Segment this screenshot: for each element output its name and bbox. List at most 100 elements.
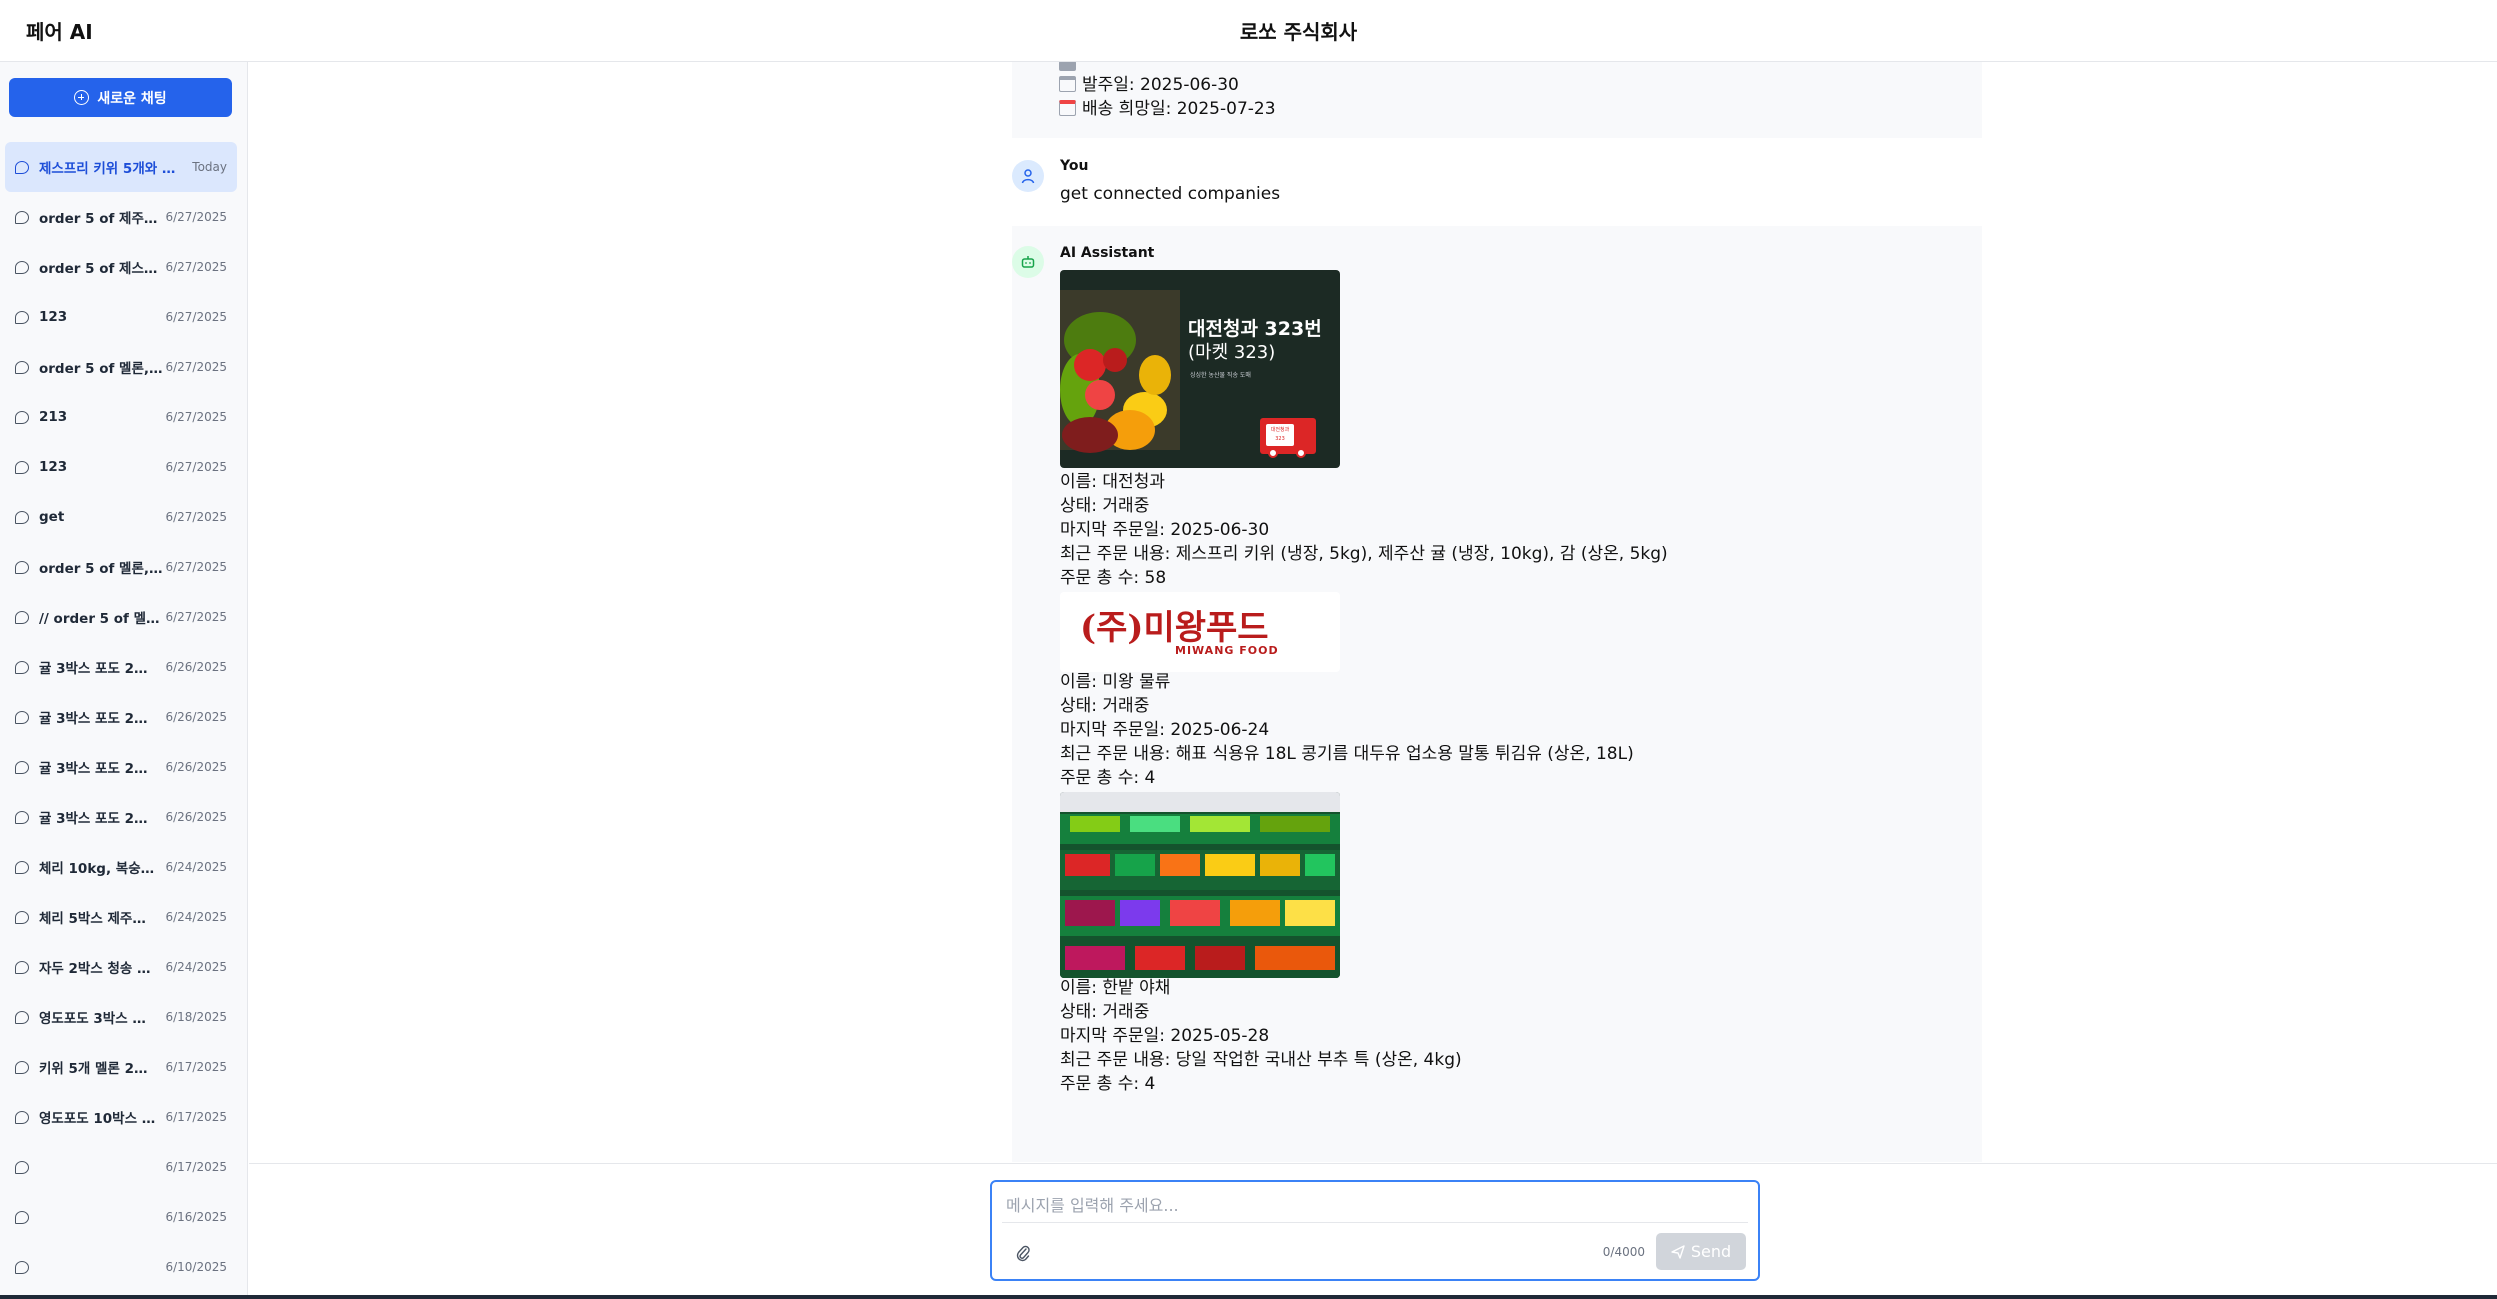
chat-title: order 5 of 제스… bbox=[39, 261, 158, 277]
chat-area[interactable]: 발주일: 2025-06-30 배송 희망일: 2025-07-23 You g… bbox=[249, 62, 2497, 1162]
user-role-label: You bbox=[1060, 158, 1089, 174]
calendar-date-icon bbox=[1059, 100, 1076, 116]
chat-date: 6/26/2025 bbox=[165, 660, 227, 674]
message-composer[interactable]: 메시지를 입력해 주세요... 0/4000 Send bbox=[990, 1180, 1760, 1281]
company-1-name: 이름: 대전청과 bbox=[1060, 472, 1165, 492]
chat-date: 6/10/2025 bbox=[165, 1260, 227, 1274]
delivery-date-line: 배송 희망일: 2025-07-23 bbox=[1059, 94, 1276, 119]
chat-history-item[interactable]: 귤 3박스 포도 2… 6/26/2025 bbox=[5, 642, 237, 692]
company-2-name: 이름: 미왕 물류 bbox=[1060, 672, 1171, 692]
chat-bubble-icon bbox=[15, 610, 29, 624]
chat-date: 6/27/2025 bbox=[165, 360, 227, 374]
chat-bubble-icon bbox=[15, 1210, 29, 1224]
chat-date: 6/27/2025 bbox=[165, 460, 227, 474]
chat-title: order 5 of 멜론, … bbox=[39, 561, 166, 577]
chat-date: 6/27/2025 bbox=[165, 310, 227, 324]
chat-history-item[interactable]: 제스프리 키위 5개와 … Today bbox=[5, 142, 237, 192]
chat-history-item[interactable]: 123 6/27/2025 bbox=[5, 292, 237, 342]
company-1-last-order: 마지막 주문일: 2025-06-30 bbox=[1060, 520, 1270, 540]
chat-title: 귤 3박스 포도 2… bbox=[39, 761, 148, 777]
composer-bar: 메시지를 입력해 주세요... 0/4000 Send bbox=[249, 1163, 2497, 1299]
chat-history-item[interactable]: 귤 3박스 포도 2… 6/26/2025 bbox=[5, 792, 237, 842]
chat-date: 6/26/2025 bbox=[165, 710, 227, 724]
chat-title: 자두 2박스 청송 … bbox=[39, 961, 151, 977]
chat-history-item[interactable]: 키위 5개 멜론 2… 6/17/2025 bbox=[5, 1042, 237, 1092]
calendar-icon bbox=[1059, 76, 1076, 92]
user-message: You get connected companies bbox=[1012, 154, 1982, 226]
chat-history-item[interactable]: get 6/27/2025 bbox=[5, 492, 237, 542]
chat-bubble-icon bbox=[15, 760, 29, 774]
chat-history-item[interactable]: 체리 5박스 제주… 6/24/2025 bbox=[5, 892, 237, 942]
chat-bubble-icon bbox=[15, 410, 29, 424]
top-bar: 페어 AI 로쏘 주식회사 bbox=[0, 0, 2497, 62]
chat-history-item[interactable]: order 5 of 멜론, … 6/27/2025 bbox=[5, 542, 237, 592]
chat-date: 6/16/2025 bbox=[165, 1210, 227, 1224]
chat-title: order 5 of 멜론, … bbox=[39, 361, 166, 377]
chat-history-item[interactable]: 123 6/27/2025 bbox=[5, 442, 237, 492]
company-3-last-order: 마지막 주문일: 2025-05-28 bbox=[1060, 1026, 1270, 1046]
chat-date: 6/17/2025 bbox=[165, 1060, 227, 1074]
user-icon bbox=[1021, 169, 1035, 184]
logo-korean: (주)미왕푸드 bbox=[1080, 608, 1269, 648]
truck-label-1: 대전청과 bbox=[1270, 427, 1290, 433]
image-tagline: 싱싱한 농산물 직송 도매 bbox=[1190, 372, 1251, 379]
paperclip-icon[interactable] bbox=[1016, 1243, 1030, 1263]
company-3-total-orders: 주문 총 수: 4 bbox=[1060, 1074, 1156, 1094]
chat-history-item[interactable]: order 5 of 제스… 6/27/2025 bbox=[5, 242, 237, 292]
company-1-status: 상태: 거래중 bbox=[1060, 496, 1150, 516]
chat-history-item[interactable]: 귤 3박스 포도 2… 6/26/2025 bbox=[5, 692, 237, 742]
window-bottom-edge bbox=[0, 1295, 2497, 1299]
chat-date: 6/27/2025 bbox=[165, 410, 227, 424]
company-2-last-order: 마지막 주문일: 2025-06-24 bbox=[1060, 720, 1270, 740]
company-3-status: 상태: 거래중 bbox=[1060, 1002, 1150, 1022]
chat-date: Today bbox=[192, 160, 227, 174]
company-3-recent-items: 최근 주문 내용: 당일 작업한 국내산 부추 특 (상온, 4kg) bbox=[1060, 1050, 1462, 1070]
chat-history-item[interactable]: order 5 of 멜론, … 6/27/2025 bbox=[5, 342, 237, 392]
chat-history-item[interactable]: 6/16/2025 bbox=[5, 1192, 237, 1242]
chat-title: 영도포도 3박스 … bbox=[39, 1011, 146, 1027]
chat-title: 귤 3박스 포도 2… bbox=[39, 811, 148, 827]
chat-title: 영도포도 10박스 … bbox=[39, 1111, 156, 1127]
chat-history-item[interactable]: 자두 2박스 청송 … 6/24/2025 bbox=[5, 942, 237, 992]
company-image-daejeon: 대전청과 323번 (마켓 323) 싱싱한 농산물 직송 도매 대전청과 32… bbox=[1060, 270, 1340, 468]
chat-history-item[interactable]: order 5 of 제주… 6/27/2025 bbox=[5, 192, 237, 242]
chat-date: 6/27/2025 bbox=[165, 510, 227, 524]
chat-bubble-icon bbox=[15, 160, 29, 174]
chat-title: // order 5 of 멜… bbox=[39, 611, 160, 627]
chat-history-item[interactable]: 213 6/27/2025 bbox=[5, 392, 237, 442]
chat-date: 6/17/2025 bbox=[165, 1110, 227, 1124]
chat-title: 체리 5박스 제주… bbox=[39, 911, 146, 927]
chat-bubble-icon bbox=[15, 560, 29, 574]
chat-history-item[interactable]: 영도포도 3박스 … 6/18/2025 bbox=[5, 992, 237, 1042]
chat-history-item[interactable]: 체리 10kg, 복숭… 6/24/2025 bbox=[5, 842, 237, 892]
new-chat-button[interactable]: 새로운 채팅 bbox=[9, 78, 232, 117]
chat-history-item[interactable]: 6/10/2025 bbox=[5, 1242, 237, 1292]
company-2-recent-items: 최근 주문 내용: 해표 식용유 18L 콩기름 대두유 업소용 말통 튀김유 … bbox=[1060, 744, 1634, 764]
chat-date: 6/27/2025 bbox=[165, 260, 227, 274]
ai-message: AI Assistant 대전청과 323번 (마켓 323) 싱싱한 농산물 … bbox=[1012, 226, 1982, 1162]
truck-icon: 대전청과 323 bbox=[1260, 418, 1316, 458]
company-1-recent-items: 최근 주문 내용: 제스프리 키위 (냉장, 5kg), 제주산 귤 (냉장, … bbox=[1060, 544, 1668, 564]
chat-bubble-icon bbox=[15, 460, 29, 474]
chat-date: 6/27/2025 bbox=[165, 210, 227, 224]
chat-date: 6/26/2025 bbox=[165, 810, 227, 824]
chat-title: 123 bbox=[39, 459, 68, 475]
chat-bubble-icon bbox=[15, 1160, 29, 1174]
chat-bubble-icon bbox=[15, 360, 29, 374]
chat-title: 귤 3박스 포도 2… bbox=[39, 661, 148, 677]
chat-history-item[interactable]: 귤 3박스 포도 2… 6/26/2025 bbox=[5, 742, 237, 792]
send-button[interactable]: Send bbox=[1656, 1233, 1746, 1270]
plus-circle-icon bbox=[74, 90, 90, 105]
chat-history-item[interactable]: // order 5 of 멜… 6/27/2025 bbox=[5, 592, 237, 642]
chat-date: 6/27/2025 bbox=[165, 610, 227, 624]
chat-date: 6/18/2025 bbox=[165, 1010, 227, 1024]
message-input[interactable]: 메시지를 입력해 주세요... bbox=[1006, 1192, 1179, 1216]
send-icon bbox=[1671, 1244, 1685, 1259]
user-avatar bbox=[1012, 160, 1044, 192]
chat-title: 제스프리 키위 5개와 … bbox=[39, 161, 176, 177]
chat-date: 6/17/2025 bbox=[165, 1160, 227, 1174]
chat-history-item[interactable]: 영도포도 10박스 … 6/17/2025 bbox=[5, 1092, 237, 1142]
chat-history-item[interactable]: 6/17/2025 bbox=[5, 1142, 237, 1192]
order-date-line: 발주일: 2025-06-30 bbox=[1059, 70, 1239, 95]
chat-bubble-icon bbox=[15, 310, 29, 324]
